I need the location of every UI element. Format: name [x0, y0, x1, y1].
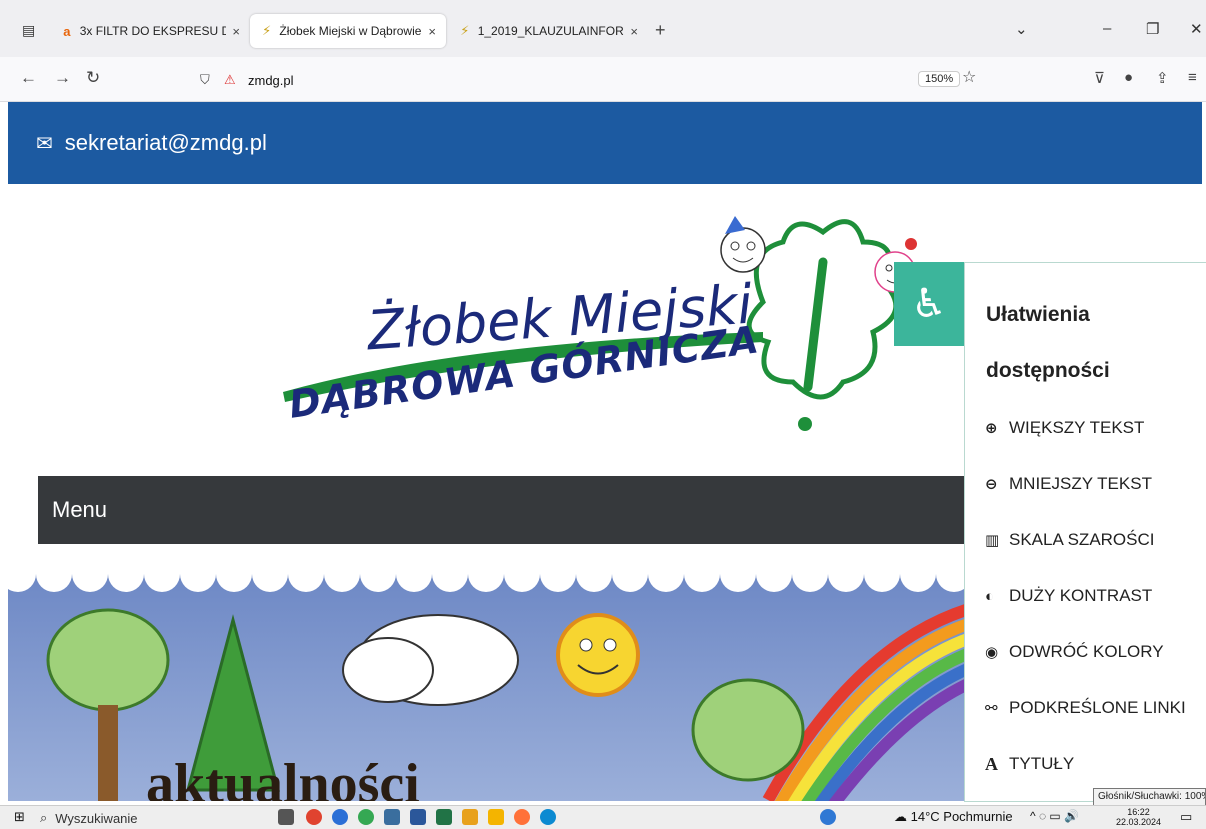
site-favicon-icon: ⚡	[262, 23, 272, 38]
tab-list-icon[interactable]: ▤	[22, 22, 35, 39]
insecure-lock-icon[interactable]: ⚠	[224, 72, 240, 88]
tab-klauzula[interactable]: ⚡ 1_2019_KLAUZULAINFORMACY ×	[448, 14, 648, 48]
tab-filter-shop[interactable]: a 3x FILTR DO EKSPRESU DELONG ×	[50, 14, 250, 48]
accessibility-toggle-button[interactable]: ♿	[894, 262, 964, 346]
edge-icon[interactable]	[540, 809, 556, 825]
accessibility-title: Ułatwienia dostępności	[986, 303, 1110, 382]
back-arrow-icon[interactable]: ←	[20, 68, 37, 88]
contact-bar: ✉ sekretariat@zmdg.pl	[8, 102, 1202, 184]
contrast-icon: ◐	[985, 587, 995, 605]
close-window-button[interactable]: ✕	[1190, 20, 1203, 38]
eye-icon: ◉	[985, 644, 999, 661]
notification-icon[interactable]: ▭	[1180, 809, 1192, 825]
font-icon: A	[985, 753, 998, 774]
search-placeholder: Wyszukiwanie	[55, 810, 138, 826]
zoom-out-icon: ⊖	[985, 476, 998, 493]
tab-close-icon[interactable]: ×	[232, 24, 240, 39]
site-logo[interactable]: Żłobek Miejski DĄBROWA GÓRNICZA	[263, 212, 983, 442]
headings-label: TYTUŁY	[1009, 754, 1075, 773]
smaller-text-label: MNIEJSZY TEKST	[1009, 474, 1152, 493]
browser-tab-bar: ▤ a 3x FILTR DO EKSPRESU DELONG × ⚡ Żłob…	[0, 0, 1206, 57]
larger-text-label: WIĘKSZY TEKST	[1009, 418, 1145, 437]
larger-text-button[interactable]: ⊕ WIĘKSZY TEKST	[985, 413, 1144, 443]
invert-colors-label: ODWRÓĆ KOLORY	[1009, 642, 1164, 661]
url-text[interactable]: zmdg.pl	[248, 73, 294, 88]
store-icon[interactable]	[462, 809, 478, 825]
underline-links-label: PODKREŚLONE LINKI	[1009, 698, 1186, 717]
accessibility-panel: Ułatwienia dostępności ⊕ WIĘKSZY TEKST ⊖…	[964, 262, 1206, 802]
search-icon: ⌕	[40, 810, 48, 825]
banner-heading: aktualności	[146, 753, 420, 801]
pocket-icon[interactable]: ⊽	[1094, 69, 1105, 87]
smaller-text-button[interactable]: ⊖ MNIEJSZY TEKST	[985, 469, 1152, 499]
excel-icon[interactable]	[436, 809, 452, 825]
share-icon[interactable]: ⇪	[1156, 69, 1169, 87]
high-contrast-label: DUŻY KONTRAST	[1009, 586, 1153, 605]
menu-label: Menu	[52, 497, 108, 522]
tab-title: Żłobek Miejski w Dąbrowie Górn	[279, 24, 422, 38]
clock-time: 16:22	[1127, 807, 1150, 817]
calculator-icon[interactable]	[384, 809, 400, 825]
address-bar[interactable]: ⛉ ⚠ zmdg.pl	[200, 65, 990, 95]
amazon-favicon-icon: a	[63, 23, 71, 39]
envelope-icon: ✉	[36, 132, 53, 155]
tab-close-icon[interactable]: ×	[630, 24, 638, 39]
chrome-profile-2-icon[interactable]	[358, 809, 374, 825]
task-view-icon[interactable]	[278, 809, 294, 825]
tab-zlobek[interactable]: ⚡ Żłobek Miejski w Dąbrowie Górn ×	[250, 14, 446, 48]
hamburger-menu-icon[interactable]: ≡	[1188, 69, 1197, 86]
wheelchair-icon: ♿	[911, 282, 947, 326]
weather-widget[interactable]: ☁ 14°C Pochmurnie	[894, 809, 1013, 825]
barcode-icon: ▥	[985, 532, 1000, 549]
tab-title: 1_2019_KLAUZULAINFORMACY	[477, 24, 625, 38]
taskbar-search[interactable]: ⌕ Wyszukiwanie	[40, 808, 260, 828]
grayscale-label: SKALA SZAROŚCI	[1009, 530, 1155, 549]
link-icon: ⚯	[985, 700, 998, 717]
browser-nav-bar: ← → ↻ ⛉ ⚠ zmdg.pl 150% ☆ ⊽ ● ⇪ ≡	[0, 57, 1206, 102]
chrome-icon[interactable]	[306, 809, 322, 825]
headings-button[interactable]: A TYTUŁY	[985, 749, 1074, 779]
cloud-icon: ☁	[894, 809, 907, 824]
taskbar-clock[interactable]: 16:22 22.03.2024	[1116, 807, 1161, 827]
tab-close-icon[interactable]: ×	[428, 24, 436, 39]
volume-tooltip: Głośnik/Słuchawki: 100%	[1093, 788, 1206, 806]
profile-icon[interactable]: ●	[1124, 69, 1133, 86]
new-tab-button[interactable]: +	[655, 20, 666, 41]
forward-arrow-icon[interactable]: →	[54, 68, 71, 88]
contact-email[interactable]: sekretariat@zmdg.pl	[65, 130, 267, 156]
word-icon[interactable]	[410, 809, 426, 825]
chrome-profile-icon[interactable]	[332, 809, 348, 825]
bookmark-star-icon[interactable]: ☆	[962, 67, 976, 87]
file-explorer-icon[interactable]	[488, 809, 504, 825]
high-contrast-button[interactable]: ◐ DUŻY KONTRAST	[985, 581, 1152, 611]
restore-button[interactable]: ❐	[1146, 20, 1159, 38]
windows-taskbar: ⊞ ⌕ Wyszukiwanie ☁ 14°C Pochmurnie ^ ◌ ▭…	[0, 805, 1206, 829]
reload-icon[interactable]: ↻	[86, 68, 100, 88]
shield-icon[interactable]: ⛉	[200, 72, 216, 88]
tab-title: 3x FILTR DO EKSPRESU DELONG	[79, 24, 227, 38]
grayscale-button[interactable]: ▥ SKALA SZAROŚCI	[985, 525, 1155, 555]
help-icon[interactable]	[820, 809, 836, 825]
zoom-level-badge[interactable]: 150%	[918, 71, 961, 87]
firefox-icon[interactable]	[514, 809, 530, 825]
underline-links-button[interactable]: ⚯ PODKREŚLONE LINKI	[985, 693, 1186, 723]
windows-start-icon[interactable]: ⊞	[14, 809, 25, 825]
clock-date: 22.03.2024	[1116, 817, 1162, 827]
site-favicon-icon: ⚡	[460, 23, 470, 38]
invert-colors-button[interactable]: ◉ ODWRÓĆ KOLORY	[985, 637, 1164, 667]
zoom-in-icon: ⊕	[985, 420, 998, 437]
system-tray[interactable]: ^ ◌ ▭ 🔊	[1030, 809, 1079, 823]
weather-text: 14°C Pochmurnie	[910, 809, 1013, 824]
chevron-down-icon[interactable]: ⌄	[1015, 20, 1028, 38]
minimize-button[interactable]: –	[1103, 20, 1111, 37]
